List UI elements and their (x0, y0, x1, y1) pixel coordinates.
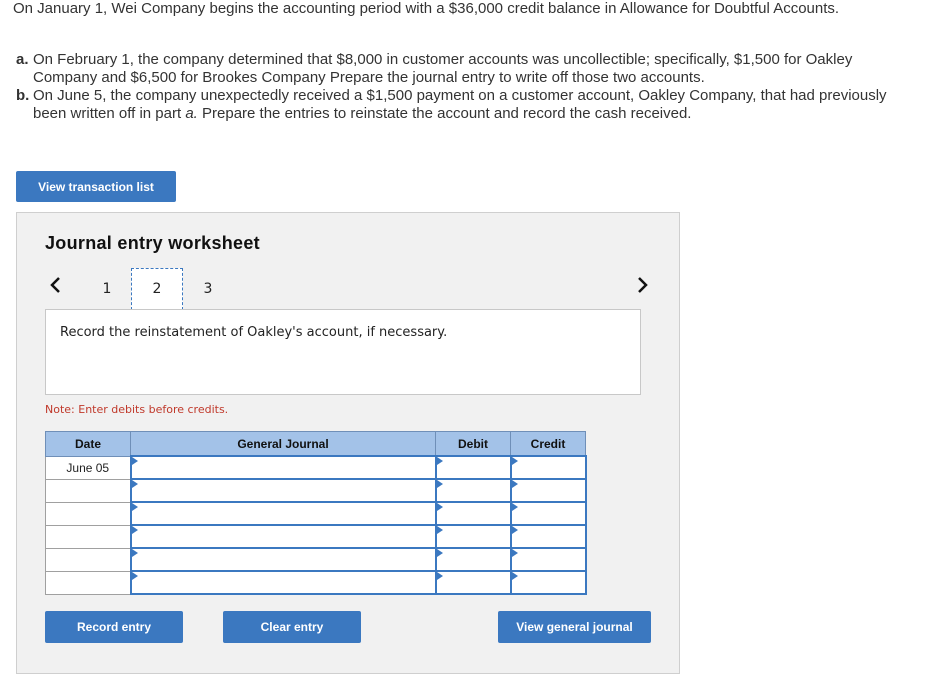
journal-row: June 05 (45, 455, 587, 480)
debit-input[interactable] (434, 478, 512, 503)
part-b-label: b. (16, 87, 30, 104)
credit-input[interactable] (509, 524, 587, 549)
part-a-label: a. (16, 51, 29, 68)
debit-input[interactable] (434, 501, 512, 526)
part-a: a. On February 1, the company determined … (16, 51, 936, 87)
journal-table: Date General Journal Debit Credit June 0… (45, 431, 587, 595)
worksheet-title: Journal entry worksheet (45, 233, 260, 253)
journal-entry-worksheet: Journal entry worksheet 1 2 3 Record the… (16, 212, 680, 674)
credit-input[interactable] (509, 547, 587, 572)
part-b-line2-post: Prepare the entries to reinstate the acc… (197, 105, 692, 122)
account-input[interactable] (129, 547, 437, 572)
part-b-line2: been written off in part a. Prepare the … (16, 105, 936, 123)
part-b-line1: On June 5, the company unexpectedly rece… (33, 87, 887, 104)
debit-input[interactable] (434, 455, 512, 480)
prompt-text: Record the reinstatement of Oakley's acc… (60, 325, 448, 340)
header-debit: Debit (435, 431, 511, 457)
journal-row (45, 478, 587, 503)
part-a-line1: On February 1, the company determined th… (33, 51, 853, 68)
chevron-right-icon[interactable] (633, 273, 653, 297)
debit-input[interactable] (434, 547, 512, 572)
header-credit: Credit (510, 431, 586, 457)
header-general-journal: General Journal (130, 431, 436, 457)
view-general-journal-button[interactable]: View general journal (498, 611, 651, 643)
chevron-left-icon[interactable] (45, 273, 65, 297)
part-b: b. On June 5, the company unexpectedly re… (16, 87, 936, 123)
journal-row (45, 524, 587, 549)
account-input[interactable] (129, 570, 437, 595)
clear-entry-button[interactable]: Clear entry (223, 611, 361, 643)
date-cell (45, 524, 131, 549)
journal-header-row: Date General Journal Debit Credit (45, 431, 586, 457)
account-input[interactable] (129, 478, 437, 503)
date-cell (45, 501, 131, 526)
journal-row (45, 501, 587, 526)
journal-row (45, 570, 587, 595)
part-a-line2: Company and $6,500 for Brookes Company P… (33, 69, 705, 86)
credit-input[interactable] (509, 570, 587, 595)
date-cell: June 05 (45, 455, 131, 480)
part-b-line2-pre: been written off in part (33, 105, 186, 122)
record-entry-button[interactable]: Record entry (45, 611, 183, 643)
problem-intro: On January 1, Wei Company begins the acc… (13, 0, 840, 17)
note-text: Note: Enter debits before credits. (45, 403, 229, 416)
credit-input[interactable] (509, 455, 587, 480)
tab-3[interactable]: 3 (182, 268, 234, 310)
part-b-ref: a. (185, 105, 198, 122)
credit-input[interactable] (509, 501, 587, 526)
tab-2[interactable]: 2 (131, 268, 183, 310)
header-date: Date (45, 431, 131, 457)
prompt-box: Record the reinstatement of Oakley's acc… (45, 309, 641, 395)
account-input[interactable] (129, 524, 437, 549)
date-cell (45, 478, 131, 503)
account-input[interactable] (129, 455, 437, 480)
account-input[interactable] (129, 501, 437, 526)
tab-1[interactable]: 1 (81, 268, 133, 310)
debit-input[interactable] (434, 570, 512, 595)
date-cell (45, 547, 131, 572)
view-transaction-list-button[interactable]: View transaction list (16, 171, 176, 202)
journal-row (45, 547, 587, 572)
debit-input[interactable] (434, 524, 512, 549)
date-cell (45, 570, 131, 595)
credit-input[interactable] (509, 478, 587, 503)
